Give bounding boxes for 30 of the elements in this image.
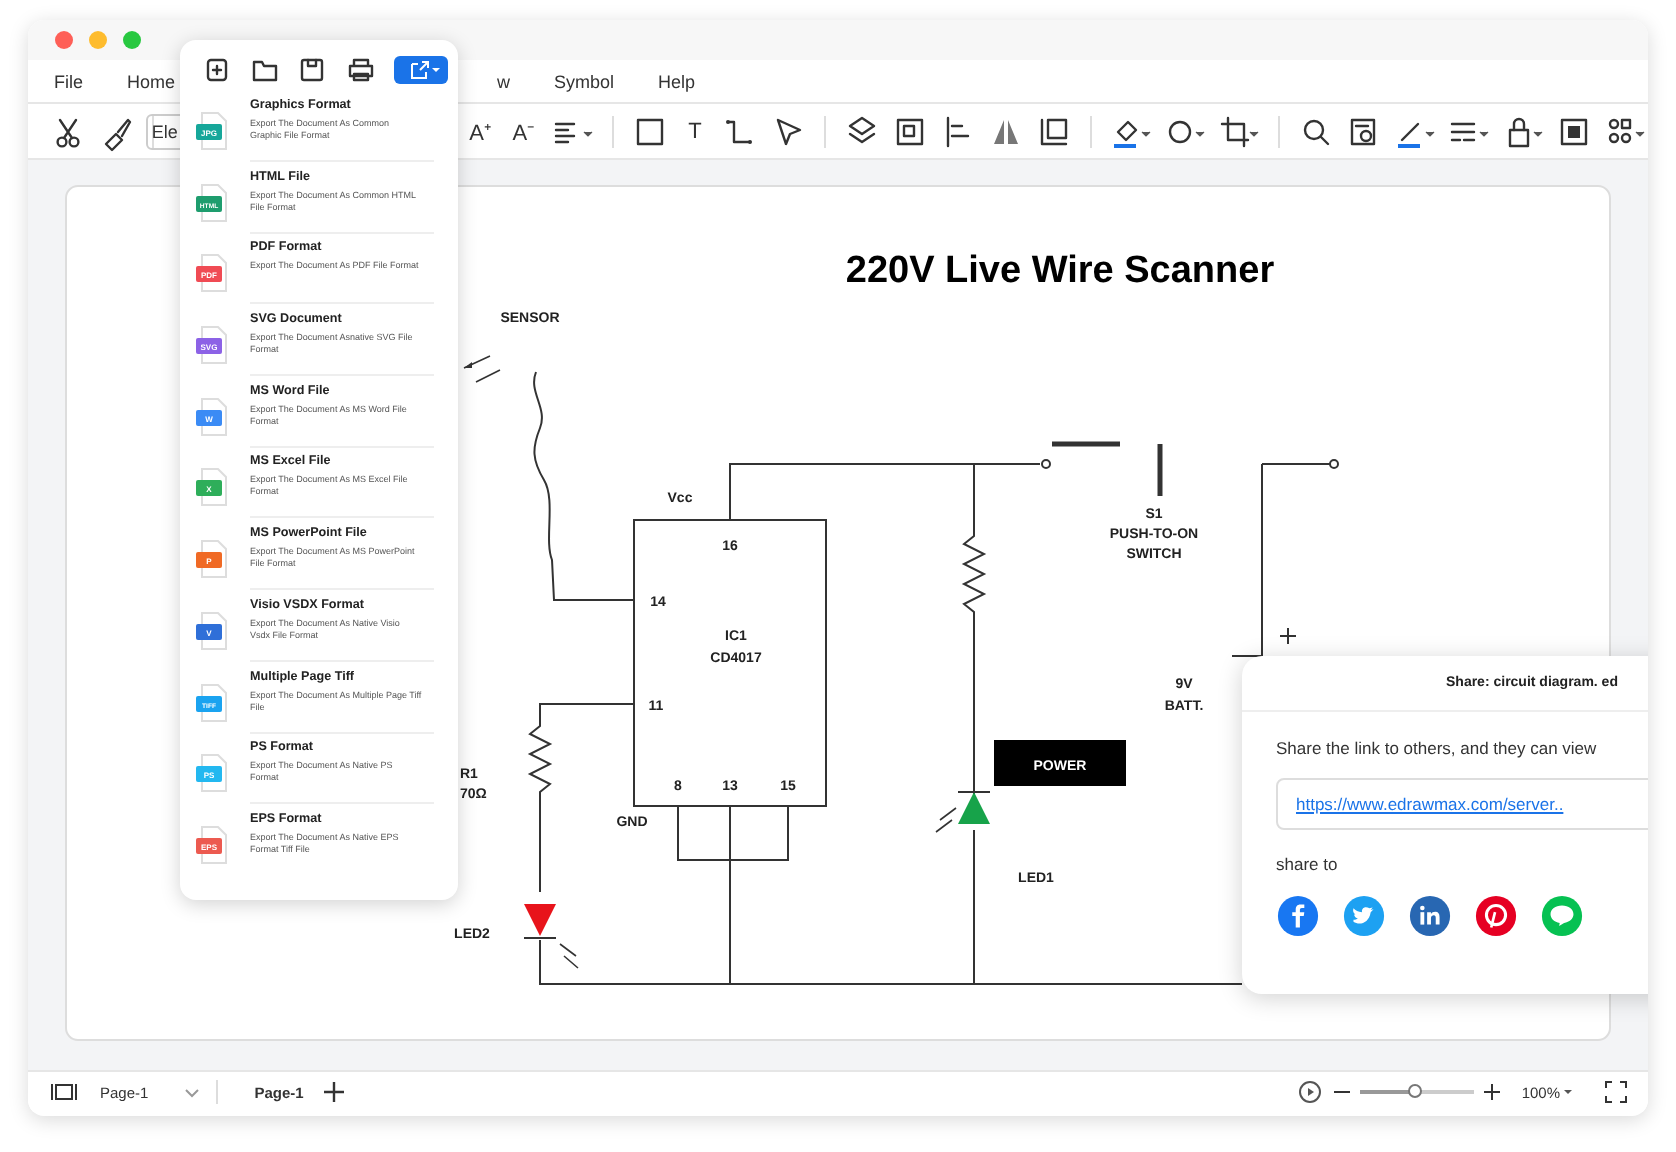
- caret-icon[interactable]: [1560, 1084, 1576, 1100]
- decrease-font-button[interactable]: A⁻: [506, 116, 542, 146]
- led-drawing: [523, 904, 579, 969]
- close-window-icon[interactable]: [54, 30, 74, 50]
- power-indicator: [994, 740, 1126, 786]
- menu-item[interactable]: File: [54, 71, 84, 91]
- sidebar-toggle-icon[interactable]: [48, 1080, 80, 1104]
- increase-font-button[interactable]: A⁺: [462, 116, 499, 146]
- share-link[interactable]: https://www.edrawmax.com/server..: [1296, 794, 1564, 814]
- diagram-title: 220V Live Wire Scanner: [845, 250, 1275, 292]
- pinterest-icon[interactable]: [1474, 894, 1518, 938]
- led-drawing: [935, 791, 991, 833]
- slider-thumb[interactable]: [1408, 1084, 1423, 1098]
- link-field[interactable]: https://www.edrawmax.com/server..: [1276, 778, 1648, 830]
- facebook-icon[interactable]: [1276, 894, 1320, 938]
- play-icon[interactable]: [1297, 1080, 1322, 1104]
- menu-item[interactable]: Home: [127, 71, 176, 91]
- add-page-icon[interactable]: [321, 1080, 346, 1104]
- fullscreen-icon[interactable]: [1604, 1080, 1628, 1104]
- twitter-icon[interactable]: [1342, 894, 1386, 938]
- text-tool-button[interactable]: T: [677, 119, 713, 143]
- menu-item[interactable]: Symbol: [554, 71, 615, 91]
- share-message: Share the link to others, and they can view: [1276, 738, 1599, 758]
- menu-item[interactable]: w: [497, 71, 511, 91]
- export-button[interactable]: [394, 55, 448, 83]
- zoom-in-icon[interactable]: [1481, 1082, 1502, 1102]
- linkedin-icon[interactable]: [1408, 894, 1452, 938]
- share-label: share to: [1276, 854, 1340, 874]
- menu-item[interactable]: Help: [658, 71, 696, 91]
- crop-icon[interactable]: [1216, 111, 1263, 151]
